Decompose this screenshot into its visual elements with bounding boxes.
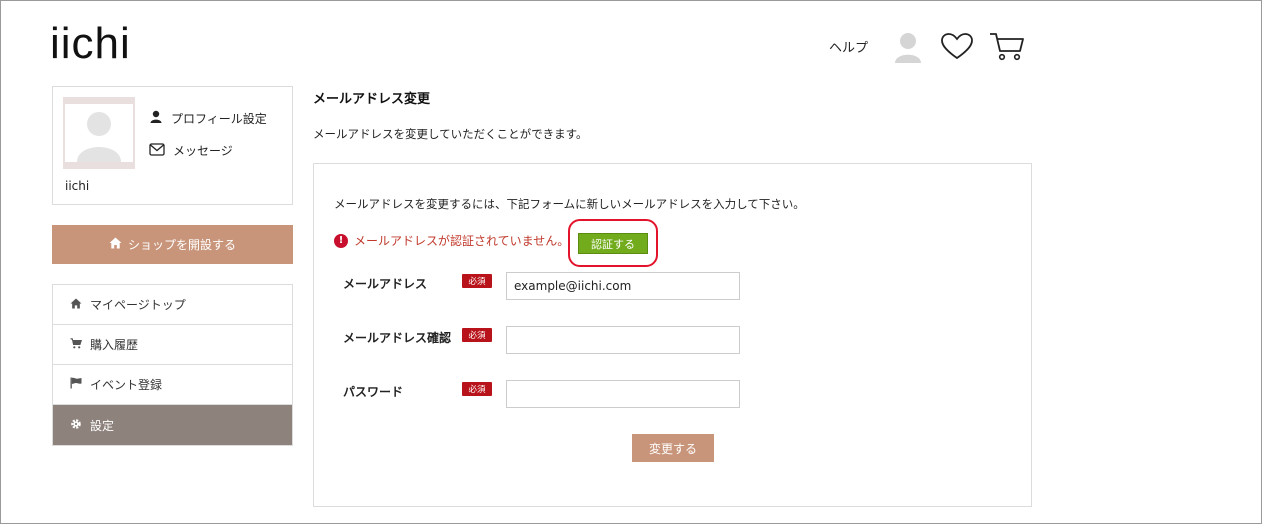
required-badge: 必須: [462, 274, 492, 288]
cart-icon: [70, 337, 82, 352]
sidebar-menu: マイページトップ 購入履歴 イベント登録 設定: [52, 284, 293, 446]
email-confirm-label: メールアドレス確認: [343, 331, 452, 345]
change-submit-button[interactable]: 変更する: [632, 434, 714, 462]
form-instruction: メールアドレスを変更するには、下記フォームに新しいメールアドレスを入力して下さい…: [334, 197, 805, 211]
help-link[interactable]: ヘルプ: [829, 37, 868, 56]
sidebar-item-label: マイページトップ: [90, 298, 186, 312]
open-shop-label: ショップを開設する: [127, 238, 236, 252]
email-change-form: メールアドレスを変更するには、下記フォームに新しいメールアドレスを入力して下さい…: [313, 163, 1032, 507]
email-label: メールアドレス: [343, 277, 428, 291]
gear-icon: [70, 418, 82, 433]
open-shop-button[interactable]: ショップを開設する: [52, 225, 293, 264]
sidebar-item-label: 設定: [90, 418, 115, 433]
page-title: メールアドレス変更: [313, 92, 431, 107]
profile-settings-label: プロフィール設定: [171, 112, 267, 126]
shopping-cart-icon[interactable]: [988, 31, 1026, 65]
messages-label: メッセージ: [173, 144, 233, 158]
password-field[interactable]: [506, 380, 740, 408]
sidebar-item-label: イベント登録: [90, 378, 163, 392]
envelope-icon: [149, 142, 165, 159]
unverified-warning: ! メールアドレスが認証されていません。: [334, 232, 569, 249]
home-icon: [70, 297, 82, 312]
favorite-heart-icon[interactable]: [940, 32, 974, 64]
flag-icon: [70, 377, 82, 392]
sidebar-item-label: 購入履歴: [90, 338, 139, 352]
sidebar-item-mypage-top[interactable]: マイページトップ: [53, 285, 292, 325]
sidebar-item-event-registration[interactable]: イベント登録: [53, 365, 292, 405]
messages-link[interactable]: メッセージ: [149, 142, 233, 159]
account-icon[interactable]: [893, 30, 923, 68]
password-label: パスワード: [343, 385, 404, 399]
profile-card: プロフィール設定 メッセージ iichi: [52, 86, 293, 205]
email-confirm-field[interactable]: [506, 326, 740, 354]
username: iichi: [65, 179, 90, 193]
sidebar-item-purchase-history[interactable]: 購入履歴: [53, 325, 292, 365]
required-badge: 必須: [462, 328, 492, 342]
sidebar-item-settings[interactable]: 設定: [53, 405, 292, 445]
required-badge: 必須: [462, 382, 492, 396]
page-description: メールアドレスを変更していただくことができます。: [313, 127, 588, 141]
highlight-circle: [568, 219, 658, 267]
user-icon: [149, 110, 163, 127]
email-field[interactable]: [506, 272, 740, 300]
alert-icon: !: [334, 233, 348, 248]
avatar[interactable]: [63, 97, 135, 169]
warning-text: メールアドレスが認証されていません。: [354, 234, 570, 248]
site-logo[interactable]: iichi: [50, 22, 131, 66]
profile-settings-link[interactable]: プロフィール設定: [149, 110, 267, 127]
home-icon: [109, 237, 122, 252]
